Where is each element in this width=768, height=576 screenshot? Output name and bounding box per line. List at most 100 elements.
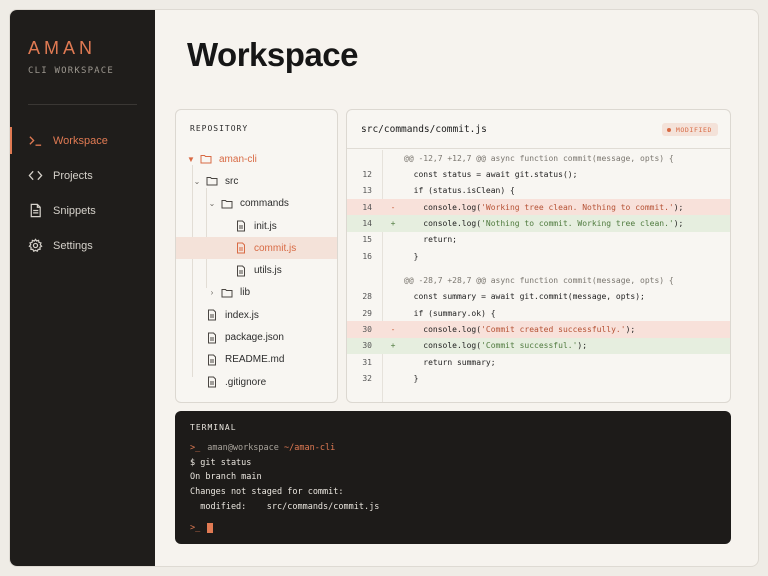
diff-marker: +	[390, 219, 396, 229]
code-segment: @@ -28,7 +28,7 @@ async function commit(…	[404, 276, 674, 286]
terminal-header: TERMINAL	[190, 423, 237, 432]
sidebar-item-workspace[interactable]: Workspace	[10, 123, 155, 158]
diff-line: 13 if (status.isClean) {	[347, 183, 730, 199]
tree-item-label: index.js	[225, 309, 259, 321]
diff-code: @@ -12,7 +12,7 @@ async function commit(…	[347, 150, 730, 402]
code-segment: return summary;	[404, 357, 496, 367]
code-segment: console.log(	[404, 202, 482, 212]
code-segment: console.log(	[404, 219, 482, 229]
folder-icon	[206, 175, 218, 187]
tree-item-label: aman-cli	[219, 153, 257, 165]
code-text: }	[404, 252, 730, 261]
terminal-panel[interactable]: TERMINAL >_ aman@workspace ~/aman-cli $ …	[175, 411, 731, 544]
sidebar-item-label: Workspace	[53, 134, 108, 147]
diff-line: 16 }	[347, 248, 730, 264]
chevron-down-icon: ⌄	[208, 199, 216, 209]
app-window: AMAN CLI WORKSPACE Workspace Projects Sn…	[9, 9, 759, 567]
sidebar-item-snippets[interactable]: Snippets	[10, 193, 155, 228]
line-number: 16	[362, 251, 372, 261]
tree-item-label: commands	[240, 198, 289, 210]
terminal-prompt-line: >_ aman@workspace ~/aman-cli	[190, 441, 379, 456]
file-tree: ▼ aman-cli ⌄ src ⌄ commands init.js comm…	[176, 148, 337, 393]
terminal-line: Changes not staged for commit:	[190, 487, 344, 498]
status-dot-icon	[666, 127, 671, 132]
terminal-icon	[27, 132, 44, 149]
prompt-symbol: >_	[190, 443, 201, 454]
diff-line: 28 const summary = await git.commit(mess…	[347, 289, 730, 305]
terminal-line: $ git status	[190, 457, 252, 468]
code-text: return;	[404, 235, 730, 244]
sidebar-nav: Workspace Projects Snippets Settings	[10, 123, 155, 263]
tree-item-label: lib	[240, 287, 251, 299]
sidebar-item-settings[interactable]: Settings	[10, 228, 155, 263]
code-text: console.log('Commit created successfully…	[404, 325, 730, 334]
sidebar-divider	[28, 104, 137, 105]
code-text: }	[404, 374, 730, 383]
diff-hunk-header: @@ -28,7 +28,7 @@ async function commit(…	[347, 272, 730, 288]
diff-line: 29 if (summary.ok) {	[347, 305, 730, 321]
line-number: 29	[362, 308, 372, 318]
code-segment: if (status.isClean) {	[404, 186, 515, 196]
diff-line: 30 + console.log('Commit successful.');	[347, 337, 730, 355]
tree-folder-aman-cli[interactable]: ▼ aman-cli	[176, 148, 337, 170]
prompt-path: ~/aman-cli	[284, 443, 336, 454]
tree-file-package-json[interactable]: package.json	[176, 326, 337, 348]
code-string: 'Commit successful.'	[481, 341, 578, 351]
diff-line: 31 return summary;	[347, 354, 730, 370]
tree-file-index-js[interactable]: index.js	[176, 304, 337, 326]
folder-icon	[221, 198, 233, 210]
terminal-cursor	[207, 523, 214, 534]
tree-item-label: package.json	[225, 332, 284, 344]
sidebar-item-projects[interactable]: Projects	[10, 158, 155, 193]
diff-line: 30 - console.log('Commit created successf…	[347, 321, 730, 338]
repository-panel: REPOSITORY ▼ aman-cli ⌄ src ⌄ commands i…	[175, 109, 338, 403]
line-number: 28	[362, 292, 372, 302]
tree-item-label: .gitignore	[225, 376, 267, 388]
code-text: console.log('Nothing to commit. Working …	[404, 219, 730, 228]
tree-file-commit-js[interactable]: commit.js	[176, 237, 337, 260]
repository-header: REPOSITORY	[190, 124, 249, 133]
code-segment: console.log(	[404, 325, 482, 335]
tree-item-label: commit.js	[254, 242, 297, 254]
file-icon	[206, 354, 218, 366]
diff-line: 14 - console.log('Working tree clean. Not…	[347, 199, 730, 216]
line-number: 30	[362, 325, 372, 335]
line-number: 12	[362, 170, 372, 180]
file-icon	[27, 202, 44, 219]
code-string: 'Working tree clean. Nothing to commit.'	[481, 202, 674, 212]
code-segment: );	[625, 325, 636, 335]
tree-folder-commands[interactable]: ⌄ commands	[176, 193, 337, 215]
status-badge: MODIFIED	[661, 123, 718, 136]
tree-item-label: init.js	[254, 220, 277, 232]
code-text: if (status.isClean) {	[404, 186, 730, 195]
code-segment: );	[673, 219, 684, 229]
terminal-line: modified: src/commands/commit.js	[190, 501, 380, 512]
code-segment: );	[673, 202, 684, 212]
tree-folder-src[interactable]: ⌄ src	[176, 170, 337, 192]
chevron-down-icon: ▼	[187, 154, 195, 164]
line-number: 30	[362, 341, 372, 351]
terminal-input-line[interactable]: >_	[190, 521, 379, 536]
code-text: return summary;	[404, 358, 730, 367]
code-text: if (summary.ok) {	[404, 309, 730, 318]
tree-file-gitignore[interactable]: .gitignore	[176, 371, 337, 393]
diff-line: 32 }	[347, 370, 730, 386]
page-title: Workspace	[187, 36, 358, 73]
tree-file-init-js[interactable]: init.js	[176, 215, 337, 237]
tree-folder-lib[interactable]: › lib	[176, 282, 337, 304]
code-text: const summary = await git.commit(message…	[404, 292, 730, 301]
line-number: 13	[362, 186, 372, 196]
status-badge-label: MODIFIED	[675, 125, 712, 134]
chevron-down-icon: ⌄	[193, 176, 201, 186]
file-icon	[235, 265, 247, 277]
line-number: 31	[362, 357, 372, 367]
diff-marker: -	[390, 325, 396, 335]
terminal-line: On branch main	[190, 472, 262, 483]
sidebar-item-label: Settings	[53, 239, 93, 252]
tree-file-utils-js[interactable]: utils.js	[176, 259, 337, 281]
tree-file-readme-md[interactable]: README.md	[176, 349, 337, 371]
file-icon	[206, 376, 218, 388]
tree-item-label: utils.js	[254, 265, 282, 277]
code-string: 'Nothing to commit. Working tree clean.'	[481, 219, 674, 229]
code-text: @@ -28,7 +28,7 @@ async function commit(…	[404, 276, 730, 285]
